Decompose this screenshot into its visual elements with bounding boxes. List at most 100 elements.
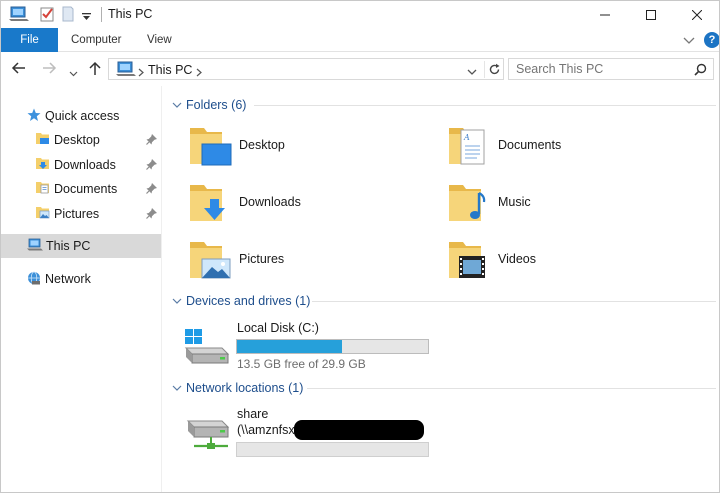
chevron-right-icon[interactable]	[196, 66, 202, 80]
nav-item-pictures[interactable]: Pictures	[1, 202, 161, 226]
back-button[interactable]	[11, 60, 27, 79]
network-location-path: (\\amznfsx	[237, 423, 295, 437]
search-box[interactable]	[508, 58, 714, 80]
tab-file[interactable]: File	[1, 28, 58, 52]
pin-icon[interactable]	[146, 183, 157, 197]
folder-tile-documents[interactable]: A Documents	[447, 120, 561, 170]
svg-text:A: A	[463, 133, 470, 142]
nav-item-network[interactable]: Network	[1, 267, 161, 291]
group-label: Devices and drives (1)	[186, 294, 311, 308]
nav-label: This PC	[46, 239, 91, 253]
downloads-folder-icon	[190, 185, 225, 221]
address-path[interactable]: This PC	[148, 63, 192, 77]
folder-tile-pictures[interactable]: Pictures	[188, 234, 284, 284]
search-icon[interactable]	[694, 63, 707, 79]
folder-label: Documents	[498, 138, 562, 152]
navigation-pane: Quick access Desktop Downloads Documents…	[1, 86, 161, 492]
up-arrow-icon	[89, 61, 101, 75]
network-location-tile[interactable]: share (\\amznfsx	[182, 405, 442, 459]
nav-item-quick-access[interactable]: Quick access	[1, 104, 161, 128]
pin-icon[interactable]	[146, 208, 157, 222]
group-header-folders[interactable]: Folders (6)	[172, 96, 246, 114]
refresh-icon	[489, 63, 500, 75]
chevron-right-icon[interactable]	[138, 66, 144, 80]
drive-name: Local Disk (C:)	[237, 321, 319, 335]
maximize-button[interactable]	[628, 1, 674, 28]
folder-label: Desktop	[239, 138, 285, 152]
drive-usage-fill	[237, 340, 342, 353]
help-button[interactable]: ?	[704, 32, 719, 48]
expand-ribbon-icon[interactable]	[683, 34, 695, 48]
drive-usage-bar	[236, 339, 429, 354]
nav-label: Documents	[54, 182, 118, 196]
network-location-name: share	[237, 407, 269, 421]
customize-quick-access-icon[interactable]	[82, 10, 91, 26]
documents-folder-icon: A	[449, 128, 485, 165]
ribbon-tabs: File Computer View ?	[1, 28, 719, 52]
redacted-block	[294, 420, 424, 440]
group-label: Folders (6)	[186, 98, 247, 112]
minimize-button[interactable]	[582, 1, 628, 28]
tab-view[interactable]: View	[147, 28, 172, 52]
forward-button[interactable]	[41, 60, 57, 79]
drive-free-space: 13.5 GB free of 29.9 GB	[237, 357, 366, 371]
network-drive-icon	[186, 420, 230, 449]
desktop-folder-icon	[190, 128, 232, 166]
folder-label: Music	[498, 195, 531, 209]
documents-folder-icon	[36, 181, 50, 197]
desktop-folder-icon	[36, 132, 50, 148]
folder-tile-desktop[interactable]: Desktop	[188, 120, 285, 170]
nav-label: Network	[45, 272, 91, 286]
refresh-button[interactable]	[484, 61, 504, 78]
file-explorer-window: This PC File Computer View ? This PC Sea…	[0, 0, 720, 493]
group-label: Network locations (1)	[186, 381, 304, 395]
folder-label: Pictures	[239, 252, 285, 266]
address-dropdown-icon[interactable]	[467, 65, 477, 79]
close-icon	[692, 9, 702, 20]
search-input[interactable]	[516, 62, 686, 76]
forward-arrow-icon	[43, 62, 57, 74]
content-pane: Folders (6) Desktop A Documents Download…	[162, 86, 719, 492]
nav-label: Downloads	[54, 158, 116, 172]
folder-label: Videos	[498, 252, 536, 266]
drive-tile-c[interactable]: Local Disk (C:) 13.5 GB free of 29.9 GB	[182, 318, 432, 371]
downloads-folder-icon	[36, 157, 50, 173]
nav-item-downloads[interactable]: Downloads	[1, 153, 161, 177]
close-button[interactable]	[674, 1, 719, 28]
folder-label: Downloads	[239, 195, 301, 209]
star-icon	[27, 108, 41, 125]
videos-folder-icon	[449, 242, 485, 278]
nav-item-this-pc[interactable]: This PC	[1, 234, 161, 258]
group-header-network-locations[interactable]: Network locations (1)	[172, 379, 303, 397]
address-bar[interactable]: This PC	[108, 58, 504, 80]
folder-tile-downloads[interactable]: Downloads	[188, 177, 301, 227]
recent-locations-button[interactable]	[69, 66, 78, 80]
pictures-folder-icon	[190, 242, 231, 279]
hard-drive-icon	[184, 329, 230, 364]
title-bar: This PC	[1, 1, 719, 28]
computer-icon	[27, 238, 43, 254]
folder-tile-videos[interactable]: Videos	[447, 234, 536, 284]
group-divider	[307, 388, 716, 389]
music-folder-icon	[449, 185, 486, 221]
pin-icon[interactable]	[146, 134, 157, 148]
new-folder-icon[interactable]	[61, 6, 75, 22]
computer-icon[interactable]	[9, 6, 29, 22]
network-icon	[27, 271, 41, 288]
properties-icon[interactable]	[39, 6, 55, 22]
network-usage-bar	[236, 442, 429, 457]
group-header-devices[interactable]: Devices and drives (1)	[172, 292, 310, 310]
up-button[interactable]	[87, 60, 103, 79]
tab-computer[interactable]: Computer	[71, 28, 122, 52]
title-separator	[101, 7, 102, 22]
chevron-down-icon	[172, 102, 182, 108]
nav-item-documents[interactable]: Documents	[1, 177, 161, 201]
chevron-down-icon	[172, 298, 182, 304]
chevron-down-icon	[69, 71, 78, 77]
nav-item-desktop[interactable]: Desktop	[1, 128, 161, 152]
chevron-down-icon	[172, 385, 182, 391]
folder-tile-music[interactable]: Music	[447, 177, 531, 227]
pin-icon[interactable]	[146, 159, 157, 173]
group-divider	[312, 301, 716, 302]
navigation-bar: This PC	[1, 52, 719, 86]
